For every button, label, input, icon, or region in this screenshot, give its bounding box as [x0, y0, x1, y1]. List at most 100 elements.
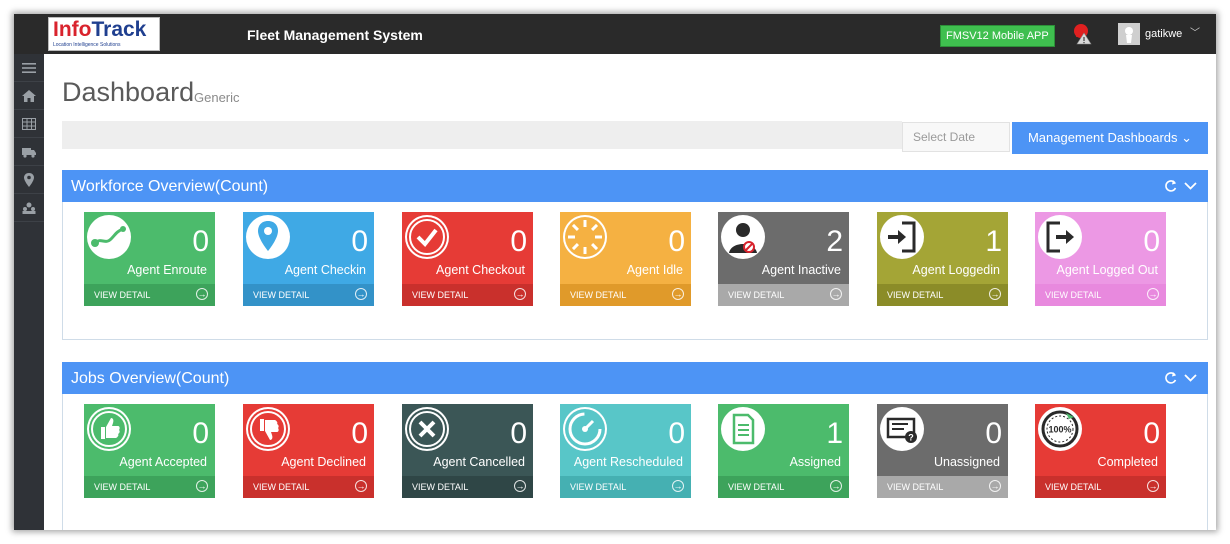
tile-label: Agent Inactive	[761, 263, 841, 277]
logo-text-info: Info	[53, 18, 92, 41]
view-detail-link[interactable]: VIEW DETAIL →	[402, 476, 533, 498]
sidebar-item-table[interactable]	[14, 110, 44, 138]
tile-loading[interactable]: 0 Agent Idle VIEW DETAIL →	[560, 212, 691, 306]
arrow-circle-right-icon: →	[196, 288, 208, 300]
logo-text-track: Track	[91, 18, 147, 41]
chevron-down-icon[interactable]	[1184, 374, 1197, 382]
tile-user-blocked[interactable]: 2 Agent Inactive VIEW DETAIL →	[718, 212, 849, 306]
app-title: Fleet Management System	[247, 27, 423, 43]
arrow-circle-right-icon: →	[672, 480, 684, 492]
logo-text: InfoTrack	[53, 18, 146, 42]
select-date-input[interactable]: Select Date	[902, 122, 1010, 152]
arrow-circle-right-icon: →	[989, 480, 1001, 492]
tile-sign-out[interactable]: 0 Agent Logged Out VIEW DETAIL →	[1035, 212, 1166, 306]
tile-thumbs-up[interactable]: 0 Agent Accepted VIEW DETAIL →	[84, 404, 215, 498]
tile-x-circle[interactable]: 0 Agent Cancelled VIEW DETAIL →	[402, 404, 533, 498]
tile-label: Agent Enroute	[127, 263, 207, 277]
arrow-circle-right-icon: →	[989, 288, 1001, 300]
tile-sign-in[interactable]: 1 Agent Loggedin VIEW DETAIL →	[877, 212, 1008, 306]
panel-tools	[1163, 178, 1199, 194]
view-detail-link[interactable]: VIEW DETAIL →	[877, 284, 1008, 306]
tile-thumbs-down[interactable]: 0 Agent Declined VIEW DETAIL →	[243, 404, 374, 498]
view-detail-link[interactable]: VIEW DETAIL →	[84, 476, 215, 498]
view-detail-label: VIEW DETAIL	[728, 290, 785, 300]
tile-count: 0	[351, 225, 368, 258]
tile-label: Agent Accepted	[119, 455, 207, 469]
mobile-app-button[interactable]: FMSV12 Mobile APP	[940, 25, 1055, 47]
tile-label: Assigned	[789, 455, 841, 469]
view-detail-label: VIEW DETAIL	[253, 290, 310, 300]
view-detail-link[interactable]: VIEW DETAIL →	[560, 284, 691, 306]
tile-map-pin[interactable]: 0 Agent Checkin VIEW DETAIL →	[243, 212, 374, 306]
map-marker-icon	[24, 172, 34, 187]
brand-logo[interactable]: InfoTrack Location Intelligence Solution…	[48, 17, 160, 51]
tile-label: Completed	[1097, 455, 1158, 469]
arrow-circle-right-icon: →	[830, 288, 842, 300]
sign-in-icon	[880, 215, 924, 259]
tile-count: 0	[668, 225, 685, 258]
view-detail-link[interactable]: VIEW DETAIL →	[84, 284, 215, 306]
check-circle-icon	[405, 215, 449, 259]
view-detail-link[interactable]: VIEW DETAIL →	[1035, 476, 1166, 498]
view-detail-link[interactable]: VIEW DETAIL →	[1035, 284, 1166, 306]
alert-bell-icon[interactable]	[1072, 23, 1092, 45]
view-detail-link[interactable]: VIEW DETAIL →	[243, 284, 374, 306]
menu-icon	[22, 62, 36, 73]
sidebar-item-fleet[interactable]	[14, 138, 44, 166]
tile-label: Agent Loggedin	[912, 263, 1000, 277]
sidebar-item-menu[interactable]	[14, 54, 44, 82]
tile-question-doc[interactable]: ? 0 Unassigned VIEW DETAIL →	[877, 404, 1008, 498]
view-detail-label: VIEW DETAIL	[94, 482, 151, 492]
tile-label: Agent Cancelled	[433, 455, 525, 469]
tile-count: 0	[510, 225, 527, 258]
sidebar	[14, 54, 44, 530]
user-name[interactable]: gatikwe	[1145, 27, 1182, 41]
sidebar-item-map[interactable]	[14, 166, 44, 194]
tile-label: Agent Declined	[281, 455, 366, 469]
tile-count: 0	[351, 417, 368, 450]
tile-count: 0	[1143, 417, 1160, 450]
map-pin-icon	[246, 215, 290, 259]
view-detail-link[interactable]: VIEW DETAIL →	[560, 476, 691, 498]
arrow-circle-right-icon: →	[514, 288, 526, 300]
badge-100-icon: 100%	[1038, 407, 1082, 451]
question-doc-icon: ?	[880, 407, 924, 451]
view-detail-label: VIEW DETAIL	[728, 482, 785, 492]
tile-gauge[interactable]: 0 Agent Rescheduled VIEW DETAIL →	[560, 404, 691, 498]
tile-document[interactable]: 1 Assigned VIEW DETAIL →	[718, 404, 849, 498]
view-detail-link[interactable]: VIEW DETAIL →	[718, 476, 849, 498]
gauge-icon	[563, 407, 607, 451]
view-detail-label: VIEW DETAIL	[887, 290, 944, 300]
tile-check-circle[interactable]: 0 Agent Checkout VIEW DETAIL →	[402, 212, 533, 306]
management-dashboards-button[interactable]: Management Dashboards ⌄	[1012, 122, 1208, 154]
view-detail-link[interactable]: VIEW DETAIL →	[243, 476, 374, 498]
sidebar-item-home[interactable]	[14, 82, 44, 110]
view-detail-label: VIEW DETAIL	[94, 290, 151, 300]
tile-badge-100[interactable]: 100% 0 Completed VIEW DETAIL →	[1035, 404, 1166, 498]
jobs-panel-title: Jobs Overview(Count)	[71, 370, 230, 387]
arrow-circle-right-icon: →	[1147, 480, 1159, 492]
jobs-panel-header: Jobs Overview(Count)	[62, 362, 1208, 394]
tile-label: Unassigned	[933, 455, 1000, 469]
view-detail-link[interactable]: VIEW DETAIL →	[877, 476, 1008, 498]
refresh-icon[interactable]	[1165, 180, 1177, 192]
tile-route[interactable]: 0 Agent Enroute VIEW DETAIL →	[84, 212, 215, 306]
tile-label: Agent Checkout	[436, 263, 525, 277]
tile-count: 2	[826, 225, 843, 258]
arrow-circle-right-icon: →	[355, 480, 367, 492]
tile-count: 0	[985, 417, 1002, 450]
x-circle-icon	[405, 407, 449, 451]
users-icon	[22, 202, 36, 214]
home-icon	[22, 89, 36, 102]
loading-icon	[563, 215, 607, 259]
view-detail-link[interactable]: VIEW DETAIL →	[718, 284, 849, 306]
chevron-down-icon[interactable]	[1184, 182, 1197, 190]
tile-count: 1	[985, 225, 1002, 258]
refresh-icon[interactable]	[1165, 372, 1177, 384]
tile-count: 0	[510, 417, 527, 450]
sidebar-item-users[interactable]	[14, 194, 44, 222]
chevron-down-icon[interactable]: ﹀	[1190, 27, 1200, 41]
top-navbar: InfoTrack Location Intelligence Solution…	[14, 14, 1216, 54]
user-avatar[interactable]	[1118, 23, 1140, 45]
view-detail-link[interactable]: VIEW DETAIL →	[402, 284, 533, 306]
